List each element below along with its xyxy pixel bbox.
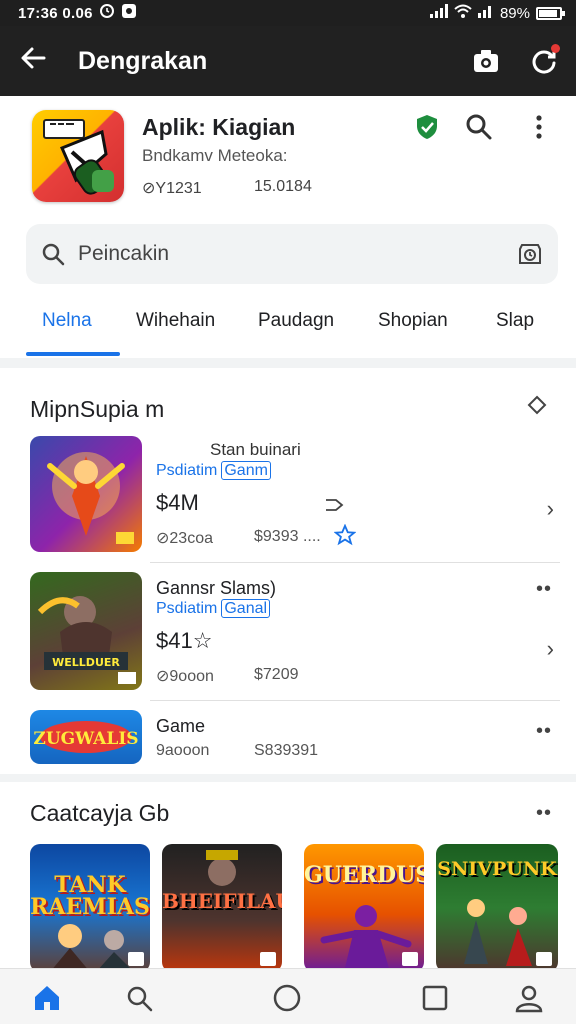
item-price: $4M xyxy=(156,490,199,515)
item-top-label: Stan buinari xyxy=(210,440,301,459)
game-card[interactable]: BHEIFILAUS xyxy=(162,844,282,972)
tab-wihehain[interactable]: Wihehain xyxy=(136,310,215,332)
thumb-title: ZUGWALIS xyxy=(33,729,138,749)
card-tag-icon xyxy=(402,952,418,966)
item-category: Psdiatim xyxy=(156,600,218,617)
more-options-icon[interactable]: •• xyxy=(536,802,552,825)
list-item[interactable]: Stan buinari Psdiatim Ganm $4M ⊘23coa $93… xyxy=(0,436,576,556)
list-separator xyxy=(150,700,560,701)
status-bar: 17:36 0.06 89% xyxy=(0,0,576,26)
tab-paudagn[interactable]: Paudagn xyxy=(258,310,334,332)
game-thumbnail: ZUGWALIS xyxy=(30,710,142,764)
more-options-icon[interactable]: •• xyxy=(536,578,552,601)
item-category: Psdiatim xyxy=(156,462,218,479)
app-developer[interactable]: Bndkamv Meteoka: xyxy=(142,146,288,166)
signal-icon xyxy=(429,4,448,22)
app-logo[interactable] xyxy=(32,110,124,202)
card-tag-icon xyxy=(536,952,552,966)
diamond-icon[interactable] xyxy=(526,394,548,416)
verified-shield-icon xyxy=(412,112,442,142)
item-meta-left: 9aooon xyxy=(156,742,210,759)
back-button[interactable] xyxy=(18,43,58,79)
chevron-right-icon[interactable]: › xyxy=(547,496,554,522)
tab-slap[interactable]: Slap xyxy=(496,310,534,332)
tag-icon xyxy=(326,499,344,511)
item-badge: Ganm xyxy=(221,461,271,480)
section-divider xyxy=(0,774,576,782)
item-title: Game xyxy=(156,716,206,736)
camera-icon xyxy=(474,50,498,72)
notification-button[interactable] xyxy=(530,44,560,75)
thumb-title: WELLDUER xyxy=(52,656,120,669)
alarm-icon xyxy=(99,3,115,23)
card-title: BHEIFILAUS xyxy=(162,889,282,913)
profile-icon[interactable] xyxy=(514,983,544,1013)
history-icon[interactable] xyxy=(516,240,544,268)
header-search-button[interactable] xyxy=(464,112,496,144)
more-options-button[interactable] xyxy=(524,112,556,144)
tab-indicator xyxy=(26,352,120,356)
search-icon xyxy=(42,243,65,266)
item-subtitle: Psdiatim Ganm xyxy=(156,461,271,480)
game-card[interactable]: SNIVPUNK xyxy=(436,844,558,972)
home-icon[interactable] xyxy=(32,983,62,1013)
search-icon[interactable] xyxy=(124,983,154,1013)
app-bar: Dengrakan xyxy=(0,26,576,96)
item-title: Gannsr Slams) xyxy=(156,578,277,598)
arrow-left-icon xyxy=(21,47,46,69)
card-title: SNIVPUNK xyxy=(437,858,557,880)
item-meta-left: ⊘9ooon xyxy=(156,668,214,685)
square-icon[interactable] xyxy=(420,983,450,1013)
star-icon xyxy=(334,524,356,546)
more-options-icon[interactable]: •• xyxy=(536,720,552,743)
camera-button[interactable] xyxy=(472,47,500,75)
more-vert-icon xyxy=(536,115,542,139)
app-logo-icon xyxy=(43,119,114,195)
card-tag-icon xyxy=(128,952,144,966)
section-divider xyxy=(0,358,576,368)
list-item[interactable]: WELLDUER Gannsr Slams) Psdiatim Ganal $41… xyxy=(0,572,576,694)
notification-badge xyxy=(551,44,560,53)
search-input[interactable]: Peincakin xyxy=(78,242,169,266)
app-meta-left: ⊘Y1231 xyxy=(142,180,202,197)
wifi-icon xyxy=(454,4,472,22)
item-meta-right: $7209 xyxy=(254,666,299,683)
app-notification-icon xyxy=(121,3,137,23)
search-bar[interactable]: Peincakin xyxy=(26,224,558,284)
item-meta-right: $9393 .... xyxy=(254,528,321,545)
battery-percent: 89% xyxy=(499,4,530,22)
item-subtitle: Psdiatim Ganal xyxy=(156,599,271,618)
card-title: TANK RAEMIAS xyxy=(30,872,150,920)
tab-shopian[interactable]: Shopian xyxy=(378,310,448,332)
signal-icon-2 xyxy=(477,4,494,22)
section-title: MipnSupia m xyxy=(30,396,165,422)
search-icon xyxy=(466,114,492,140)
chevron-right-icon[interactable]: › xyxy=(547,636,554,662)
card-tag-icon xyxy=(260,952,276,966)
app-meta-right: 15.0184 xyxy=(254,178,312,195)
tab-nelna[interactable]: Nelna xyxy=(42,310,92,332)
game-thumbnail: WELLDUER xyxy=(30,572,142,690)
game-card[interactable]: GUERDUS xyxy=(304,844,424,972)
bottom-navigation xyxy=(0,968,576,1024)
status-time: 17:36 0.06 xyxy=(18,4,93,22)
battery-icon xyxy=(536,6,565,20)
circle-icon[interactable] xyxy=(272,983,302,1013)
game-card[interactable]: TANK RAEMIAS xyxy=(30,844,150,972)
section-title: Caatcayja Gb xyxy=(30,800,170,826)
item-meta-left: ⊘23coa xyxy=(156,530,213,547)
card-title: GUERDUS xyxy=(304,862,424,888)
item-price: $41☆ xyxy=(156,628,213,653)
item-meta-right: S839391 xyxy=(254,742,319,759)
app-name: Aplik: Kiagian xyxy=(142,114,296,140)
list-item[interactable]: ZUGWALIS Game 9aooon S839391 •• xyxy=(0,710,576,768)
tab-bar: Nelna Wihehain Paudagn Shopian Slap xyxy=(0,296,576,358)
item-badge: Ganal xyxy=(221,599,271,618)
list-separator xyxy=(150,562,560,563)
app-header: Aplik: Kiagian Bndkamv Meteoka: ⊘Y1231 1… xyxy=(0,96,576,214)
app-bar-title: Dengrakan xyxy=(78,46,208,75)
game-thumbnail xyxy=(30,436,142,552)
